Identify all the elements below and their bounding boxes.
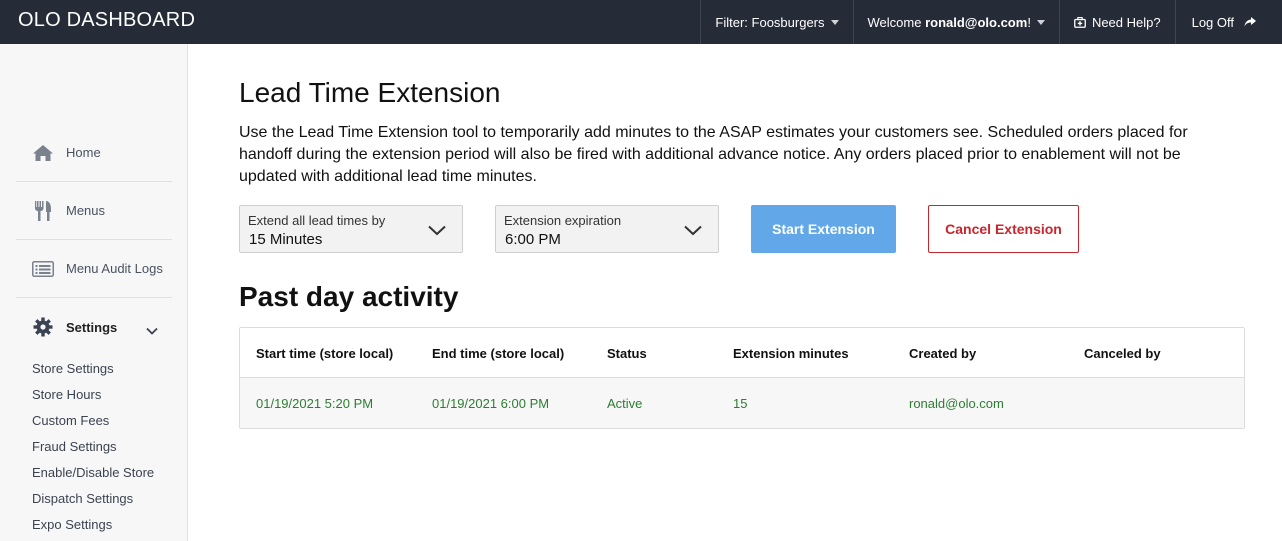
- store-filter-dropdown[interactable]: Filter: Foosburgers: [700, 0, 852, 44]
- top-navbar: OLO DASHBOARD Filter: Foosburgers Welcom…: [0, 0, 1282, 44]
- sidebar: Home Menus Menu Audit Logs Settings Stor…: [0, 44, 188, 541]
- share-arrow-icon: [1244, 17, 1256, 27]
- cancel-extension-button[interactable]: Cancel Extension: [928, 205, 1079, 253]
- page-title: Lead Time Extension: [239, 77, 501, 108]
- submenu-item-fraud-settings[interactable]: Fraud Settings: [32, 433, 154, 459]
- log-off-label: Log Off: [1191, 14, 1234, 30]
- submenu-item-custom-fees[interactable]: Custom Fees: [32, 407, 154, 433]
- sidebar-item-menu-audit-logs[interactable]: Menu Audit Logs: [16, 240, 172, 298]
- list-icon: [32, 258, 54, 280]
- sidebar-item-label: Settings: [66, 319, 118, 335]
- chevron-down-icon: [684, 223, 702, 241]
- start-extension-button[interactable]: Start Extension: [751, 205, 896, 253]
- welcome-suffix: !: [1027, 14, 1031, 30]
- activity-title: Past day activity: [239, 281, 459, 312]
- sidebar-item-settings[interactable]: Settings: [16, 298, 172, 356]
- column-header: Created by: [909, 345, 977, 361]
- table-cell: 15: [733, 395, 748, 411]
- first-aid-kit-icon: [1074, 16, 1086, 28]
- sidebar-item-label: Home: [66, 145, 101, 160]
- column-header: Status: [607, 345, 647, 361]
- sidebar-item-label: Menu Audit Logs: [66, 261, 163, 276]
- submenu-item-store-hours[interactable]: Store Hours: [32, 381, 154, 407]
- column-header: End time (store local): [432, 345, 565, 361]
- log-off-link[interactable]: Log Off: [1174, 0, 1282, 44]
- utensils-icon: [32, 200, 54, 222]
- brand-title[interactable]: OLO DASHBOARD: [18, 9, 195, 32]
- submenu-item-expo-settings[interactable]: Expo Settings: [32, 511, 154, 537]
- page-description: Use the Lead Time Extension tool to temp…: [239, 124, 1188, 185]
- table-cell: Active: [607, 395, 643, 411]
- table-cell: 01/19/2021 6:00 PM: [432, 395, 550, 411]
- top-nav-menu: Filter: Foosburgers Welcome ronald@olo.c…: [700, 0, 1282, 44]
- sidebar-item-label: Menus: [66, 203, 106, 218]
- column-header: Extension minutes: [733, 345, 849, 361]
- select-value: 6:00 PM: [505, 231, 561, 248]
- sidebar-item-menus[interactable]: Menus: [16, 182, 172, 240]
- extend-lead-time-select[interactable]: Extend all lead times by 15 Minutes: [239, 205, 463, 253]
- table-cell: ronald@olo.com: [909, 395, 1004, 411]
- sidebar-item-home[interactable]: Home: [16, 124, 172, 182]
- submenu-item-store-settings[interactable]: Store Settings: [32, 355, 154, 381]
- caret-down-icon: [1036, 19, 1045, 25]
- column-header: Start time (store local): [256, 345, 394, 361]
- welcome-prefix: Welcome: [867, 14, 926, 30]
- caret-down-icon: [830, 19, 839, 25]
- need-help-label: Need Help?: [1091, 14, 1161, 30]
- need-help-link[interactable]: Need Help?: [1058, 0, 1175, 44]
- select-label: Extend all lead times by: [248, 213, 386, 228]
- submenu-item-dispatch-settings[interactable]: Dispatch Settings: [32, 485, 154, 511]
- table-row: 01/19/2021 5:20 PM 01/19/2021 6:00 PM Ac…: [240, 378, 1244, 428]
- activity-table: Start time (store local) End time (store…: [239, 327, 1245, 429]
- settings-submenu: Store Settings Store Hours Custom Fees F…: [32, 355, 154, 537]
- chevron-down-icon: [146, 322, 158, 340]
- extension-expiration-select[interactable]: Extension expiration 6:00 PM: [495, 205, 719, 253]
- table-header-row: Start time (store local) End time (store…: [240, 328, 1244, 378]
- welcome-user: ronald@olo.com: [925, 14, 1028, 30]
- chevron-down-icon: [428, 223, 446, 241]
- table-cell: 01/19/2021 5:20 PM: [256, 395, 374, 411]
- home-icon: [32, 142, 54, 164]
- column-header: Canceled by: [1084, 345, 1161, 361]
- select-label: Extension expiration: [504, 213, 622, 228]
- submenu-item-enable-disable-store[interactable]: Enable/Disable Store: [32, 459, 154, 485]
- gear-icon: [32, 316, 54, 338]
- store-filter-label: Filter: Foosburgers: [715, 14, 825, 30]
- user-menu-dropdown[interactable]: Welcome ronald@olo.com !: [852, 0, 1059, 44]
- select-value: 15 Minutes: [249, 231, 323, 248]
